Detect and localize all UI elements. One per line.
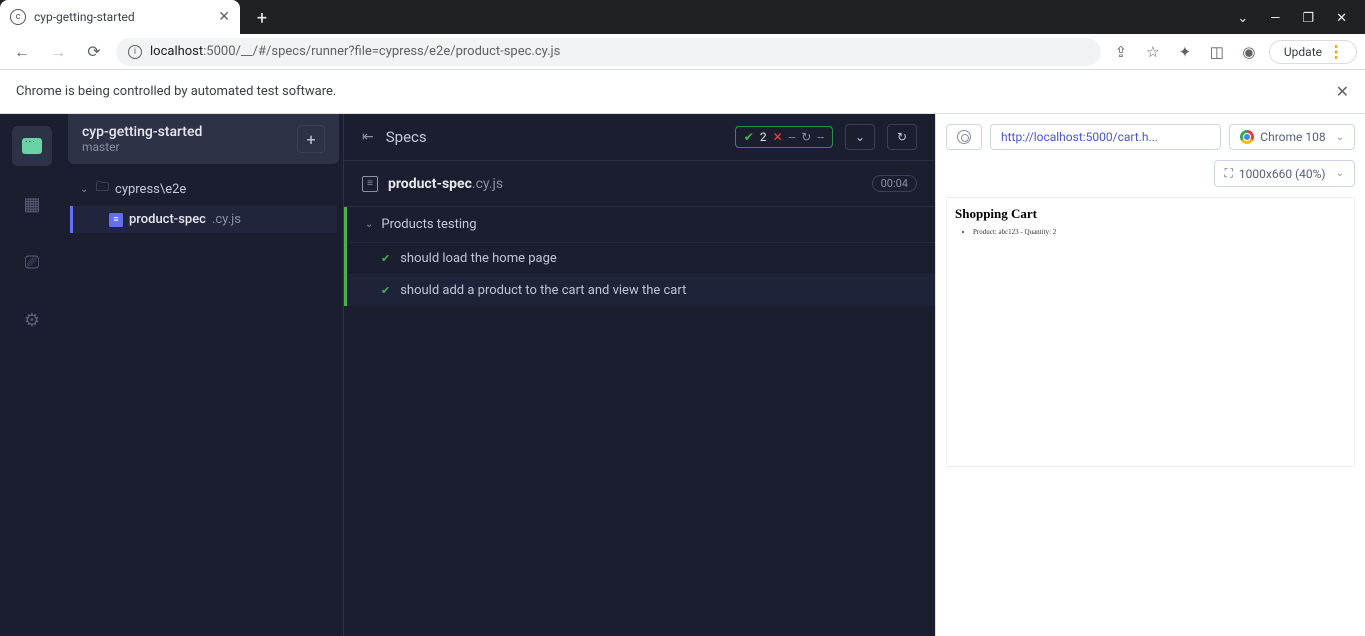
chevron-down-icon: ⌄ (1336, 132, 1344, 143)
address-bar[interactable]: i localhost:5000/__/#/specs/runner?file=… (116, 38, 1101, 66)
new-tab-button[interactable]: + (248, 4, 276, 32)
search-tabs-icon[interactable]: ⌄ (1237, 11, 1248, 26)
nav-runs-icon[interactable]: ▦ (12, 184, 52, 224)
browser-tab[interactable]: c cyp-getting-started ✕ (0, 0, 240, 34)
rerun-button[interactable]: ↻ (887, 124, 917, 150)
options-dropdown[interactable]: ⌄ (845, 124, 875, 150)
pass-check-icon: ✔ (744, 130, 754, 144)
browser-selector[interactable]: Chrome 108 ⌄ (1229, 124, 1355, 150)
viewport-selector[interactable]: ⛶ 1000x660 (40%) ⌄ (1214, 160, 1356, 187)
window-controls: ⌄ — ❐ ✕ (1237, 11, 1365, 34)
nav-debug-icon[interactable]: ⎚ (12, 242, 52, 282)
project-name: cyp-getting-started (82, 124, 297, 140)
url-path: /__/#/specs/runner?file=cypress/e2e/prod… (236, 44, 561, 59)
page-heading: Shopping Cart (955, 206, 1346, 222)
suite-title-row[interactable]: ⌄ Products testing (347, 207, 935, 242)
preview-url-field[interactable]: http://localhost:5000/cart.h... (990, 124, 1221, 150)
reload-button[interactable]: ⟳ (80, 38, 108, 66)
test-stats: ✔ 2 ✕ -- ↻ -- (735, 126, 833, 148)
preview-url: http://localhost:5000/cart.h... (1001, 130, 1158, 144)
test-pass-icon: ✔ (381, 284, 390, 297)
nav-specs-icon[interactable] (12, 126, 52, 166)
fail-count: -- (789, 130, 796, 144)
maximize-icon[interactable]: ❐ (1302, 11, 1314, 26)
file-name: product-spec (129, 212, 206, 227)
left-nav-rail: ▦ ⎚ ⚙ (0, 114, 64, 636)
tree-folder-row[interactable]: ⌄ 🗀 cypress\e2e (70, 172, 337, 206)
site-info-icon[interactable]: i (128, 45, 142, 59)
preview-toolbar: http://localhost:5000/cart.h... Chrome 1… (936, 114, 1365, 160)
test-row[interactable]: ✔ should load the home page (347, 242, 935, 274)
spec-icon (362, 176, 378, 192)
specs-label: Specs (386, 128, 723, 146)
test-runner: ⇤ Specs ✔ 2 ✕ -- ↻ -- ⌄ ↻ product-spec.c… (344, 114, 935, 636)
cypress-app: ▦ ⎚ ⚙ cyp-getting-started master + ⌄ 🗀 c… (0, 114, 1365, 636)
chevron-down-icon: ⌄ (365, 219, 373, 230)
spec-tree: ⌄ 🗀 cypress\e2e product-spec .cy.js (64, 172, 343, 233)
scale-icon: ⛶ (1225, 166, 1233, 181)
spec-sidebar: cyp-getting-started master + ⌄ 🗀 cypress… (64, 114, 344, 636)
close-window-icon[interactable]: ✕ (1336, 11, 1347, 26)
test-name: should add a product to the cart and vie… (400, 283, 686, 298)
suite-name: Products testing (381, 217, 476, 232)
duration-badge: 00:04 (872, 175, 917, 192)
fail-x-icon: ✕ (773, 130, 783, 144)
pending-icon: ↻ (801, 130, 811, 144)
cypress-favicon-icon: c (10, 9, 26, 25)
cart-line-item: Product: abc123 - Quantity: 2 (973, 228, 1346, 236)
collapse-icon[interactable]: ⇤ (362, 129, 374, 145)
chrome-icon (1240, 130, 1254, 144)
test-suite: ⌄ Products testing ✔ should load the hom… (344, 207, 935, 306)
forward-button[interactable]: → (44, 38, 72, 66)
nav-settings-icon[interactable]: ⚙ (12, 300, 52, 340)
new-spec-button[interactable]: + (297, 125, 325, 153)
chevron-down-icon: ⌄ (80, 184, 90, 195)
preview-toolbar-2: ⛶ 1000x660 (40%) ⌄ (936, 160, 1365, 197)
tab-title: cyp-getting-started (34, 10, 210, 24)
spec-title-row[interactable]: product-spec.cy.js 00:04 (344, 161, 935, 207)
browser-label: Chrome 108 (1260, 130, 1325, 144)
pending-count: -- (817, 130, 824, 144)
sidepanel-icon[interactable]: ◫ (1205, 43, 1229, 61)
pass-count: 2 (760, 130, 767, 144)
viewport-label: 1000x660 (40%) (1239, 167, 1326, 181)
spec-name: product-spec (388, 176, 472, 192)
url-host: localhost (150, 44, 203, 59)
infobar-text: Chrome is being controlled by automated … (16, 84, 336, 99)
test-name: should load the home page (400, 251, 557, 266)
chevron-down-icon: ⌄ (1336, 168, 1344, 179)
share-icon[interactable]: ⇪ (1109, 43, 1133, 61)
test-pass-icon: ✔ (381, 252, 390, 265)
test-row[interactable]: ✔ should add a product to the cart and v… (347, 274, 935, 306)
window-titlebar: c cyp-getting-started ✕ + ⌄ — ❐ ✕ (0, 0, 1365, 34)
bookmark-icon[interactable]: ☆ (1141, 43, 1165, 61)
folder-name: cypress\e2e (115, 182, 186, 197)
back-button[interactable]: ← (8, 38, 36, 66)
tab-close-icon[interactable]: ✕ (218, 9, 230, 25)
branch-name: master (82, 140, 297, 154)
runner-header: ⇤ Specs ✔ 2 ✕ -- ↻ -- ⌄ ↻ (344, 114, 935, 161)
automation-infobar: Chrome is being controlled by automated … (0, 70, 1365, 114)
project-header: cyp-getting-started master + (68, 114, 339, 164)
update-label: Update (1284, 45, 1322, 59)
update-button[interactable]: Update ⋮ (1269, 40, 1357, 64)
file-ext: .cy.js (212, 212, 241, 227)
app-preview-panel: http://localhost:5000/cart.h... Chrome 1… (935, 114, 1365, 636)
profile-icon[interactable]: ◉ (1237, 43, 1261, 61)
extensions-icon[interactable]: ✦ (1173, 43, 1197, 61)
browser-toolbar: ← → ⟳ i localhost:5000/__/#/specs/runner… (0, 34, 1365, 70)
minimize-icon[interactable]: — (1270, 11, 1280, 26)
folder-icon: 🗀 (96, 178, 109, 200)
selector-playground-button[interactable] (946, 124, 982, 150)
selector-icon (957, 130, 971, 144)
spec-file-icon (109, 213, 123, 227)
aut-iframe[interactable]: Shopping Cart Product: abc123 - Quantity… (946, 197, 1355, 467)
url-port: :5000 (203, 44, 235, 59)
infobar-close-icon[interactable]: ✕ (1336, 82, 1349, 101)
spec-ext: .cy.js (472, 176, 503, 192)
tree-file-row[interactable]: product-spec .cy.js (70, 206, 337, 233)
